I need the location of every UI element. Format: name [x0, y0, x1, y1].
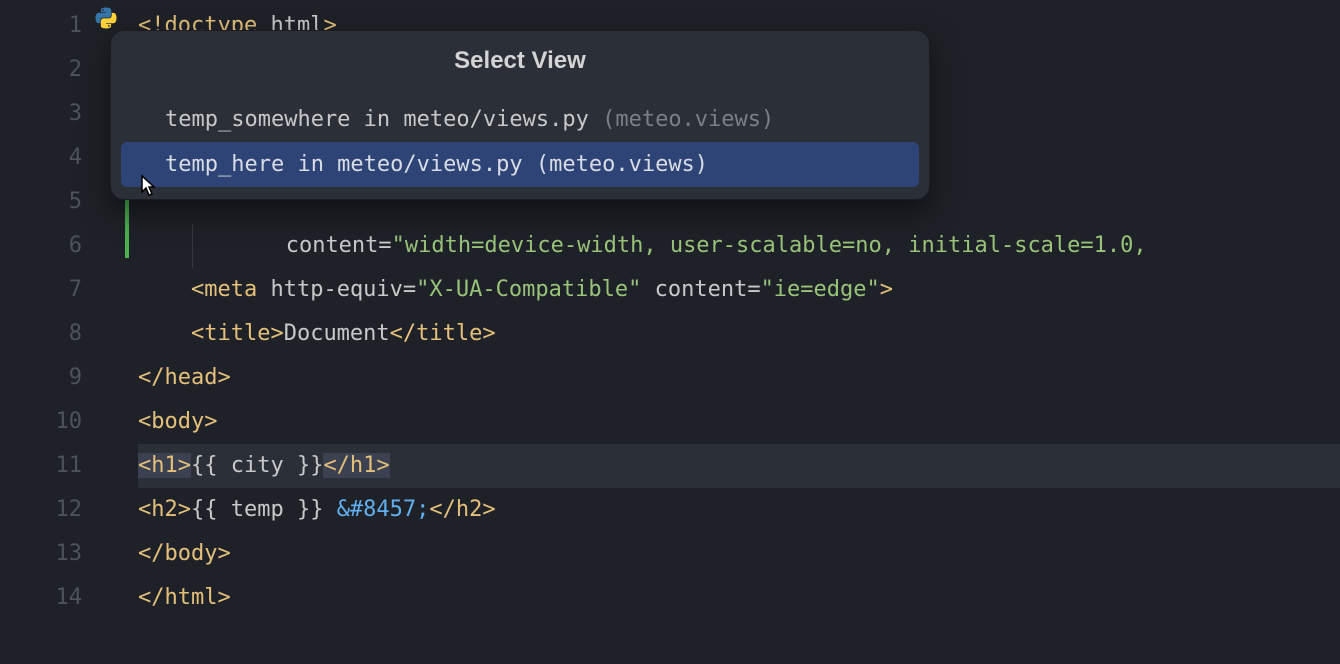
pointer-cursor-icon — [134, 172, 162, 200]
code-line[interactable]: </body> — [138, 532, 1340, 576]
line-number-gutter: 1 2 3 4 5 6 7 8 9 10 11 12 13 14 — [0, 0, 100, 664]
code-line[interactable]: content="width=device-width, user-scalab… — [138, 224, 1340, 268]
code-line[interactable]: <body> — [138, 400, 1340, 444]
popup-option[interactable]: temp_somewhere in meteo/views.py (meteo.… — [121, 97, 919, 142]
line-number: 14 — [0, 576, 100, 620]
popup-option[interactable]: temp_here in meteo/views.py (meteo.views… — [121, 142, 919, 187]
popup-option-list: temp_somewhere in meteo/views.py (meteo.… — [111, 97, 929, 187]
line-number: 2 — [0, 48, 100, 92]
select-view-popup: Select View temp_somewhere in meteo/view… — [110, 30, 930, 200]
code-line[interactable]: </html> — [138, 576, 1340, 620]
line-number: 5 — [0, 180, 100, 224]
line-number: 8 — [0, 312, 100, 356]
code-line[interactable]: <h2>{{ temp }} &#8457;</h2> — [138, 488, 1340, 532]
line-number: 13 — [0, 532, 100, 576]
line-number: 3 — [0, 92, 100, 136]
line-number: 9 — [0, 356, 100, 400]
code-line[interactable]: <title>Document</title> — [138, 312, 1340, 356]
popup-title: Select View — [111, 31, 929, 97]
line-number: 6 — [0, 224, 100, 268]
line-number: 4 — [0, 136, 100, 180]
code-line[interactable]: <h1>{{ city }}</h1> — [138, 444, 1340, 488]
line-number: 10 — [0, 400, 100, 444]
python-icon — [94, 6, 118, 30]
line-number: 1 — [0, 4, 100, 48]
line-number: 7 — [0, 268, 100, 312]
code-line[interactable]: <meta http-equiv="X-UA-Compatible" conte… — [138, 268, 1340, 312]
line-number: 12 — [0, 488, 100, 532]
line-number: 11 — [0, 444, 100, 488]
code-line[interactable]: </head> — [138, 356, 1340, 400]
